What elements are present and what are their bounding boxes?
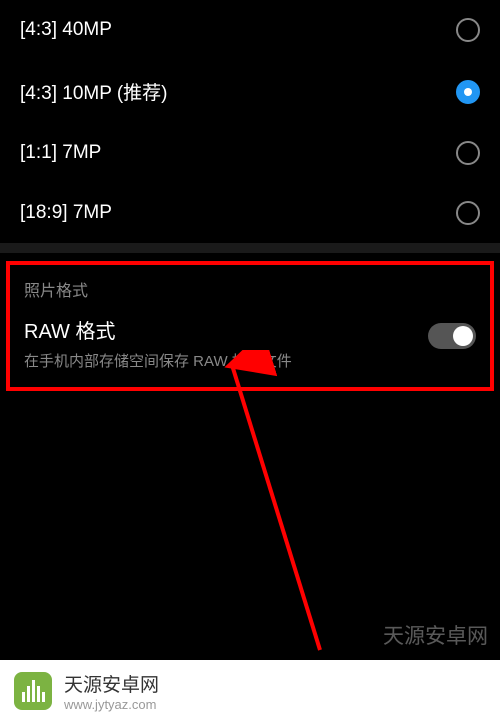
radio-icon (456, 18, 480, 42)
resolution-label: [1:1] 7MP (20, 142, 101, 164)
resolution-option-10mp[interactable]: [4:3] 10MP (推荐) (0, 60, 500, 123)
toggle-title: RAW 格式 (24, 315, 428, 344)
raw-format-toggle-row: RAW 格式 在手机内部存储空间保存 RAW 格式文件 (24, 315, 476, 371)
toggle-description: 在手机内部存储空间保存 RAW 格式文件 (24, 350, 428, 371)
raw-format-toggle[interactable] (428, 323, 476, 349)
section-divider (0, 243, 500, 253)
toggle-text-group: RAW 格式 在手机内部存储空间保存 RAW 格式文件 (24, 315, 428, 371)
footer-logo-icon (14, 672, 52, 710)
radio-icon-selected (456, 80, 480, 104)
annotation-arrow (0, 350, 500, 660)
resolution-label: [18:9] 7MP (20, 202, 112, 224)
resolution-option-40mp[interactable]: [4:3] 40MP (0, 0, 500, 60)
section-header: 照片格式 (24, 277, 476, 301)
watermark-text: 天源安卓网 (383, 620, 488, 650)
resolution-option-7mp-wide[interactable]: [18:9] 7MP (0, 183, 500, 243)
photo-format-section: 照片格式 RAW 格式 在手机内部存储空间保存 RAW 格式文件 (6, 261, 494, 391)
footer-url: www.jytyaz.com (64, 697, 486, 712)
footer-banner: 天源安卓网 www.jytyaz.com (0, 660, 500, 722)
footer-text-group: 天源安卓网 www.jytyaz.com (64, 670, 486, 712)
footer-title: 天源安卓网 (64, 670, 486, 697)
resolution-list: [4:3] 40MP [4:3] 10MP (推荐) [1:1] 7MP [18… (0, 0, 500, 243)
radio-icon (456, 201, 480, 225)
resolution-option-7mp-square[interactable]: [1:1] 7MP (0, 123, 500, 183)
resolution-label: [4:3] 40MP (20, 19, 112, 41)
resolution-label: [4:3] 10MP (推荐) (20, 78, 167, 105)
radio-icon (456, 141, 480, 165)
